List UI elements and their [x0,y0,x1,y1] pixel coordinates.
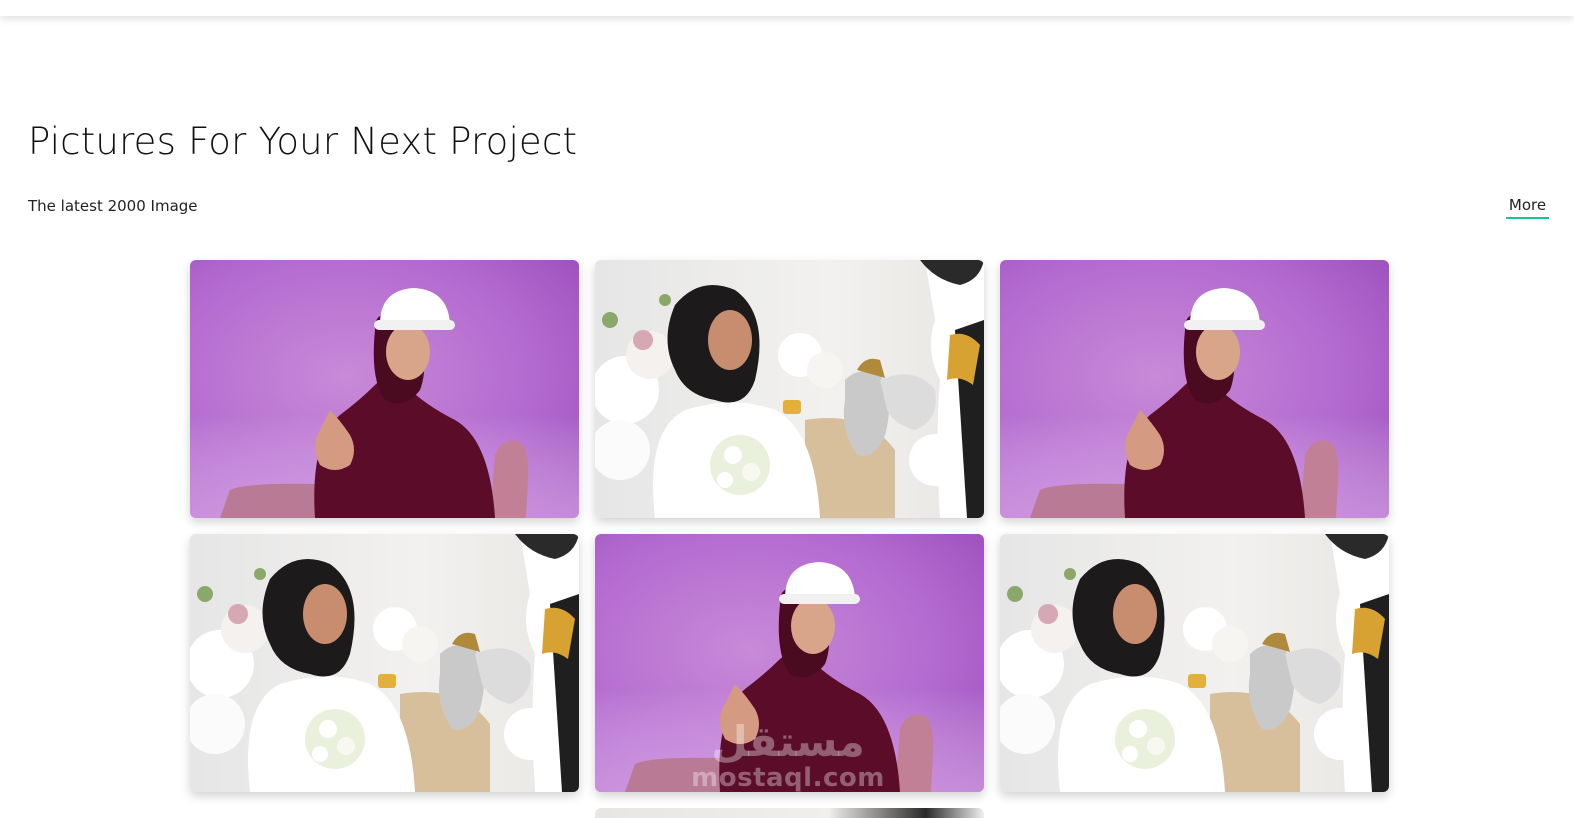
wedding-photo [190,534,579,792]
more-link[interactable]: More [1506,195,1549,219]
gallery-image-card[interactable] [1000,534,1389,792]
gallery-image-card[interactable] [595,534,984,792]
image-gallery [190,260,1389,792]
wedding-photo [1000,534,1389,792]
gallery-next-row-peek[interactable] [595,808,984,818]
engineer-photo [1000,260,1389,518]
image-count-subtitle: The latest 2000 Image [28,197,198,215]
gallery-image-card[interactable] [190,534,579,792]
top-navbar [0,0,1574,16]
wedding-photo [595,260,984,518]
engineer-photo [190,260,579,518]
engineer-photo [595,534,984,792]
gallery-image-card[interactable] [1000,260,1389,518]
page-title: Pictures For Your Next Project [28,120,578,163]
gallery-image-card[interactable] [595,260,984,518]
gallery-image-card[interactable] [190,260,579,518]
